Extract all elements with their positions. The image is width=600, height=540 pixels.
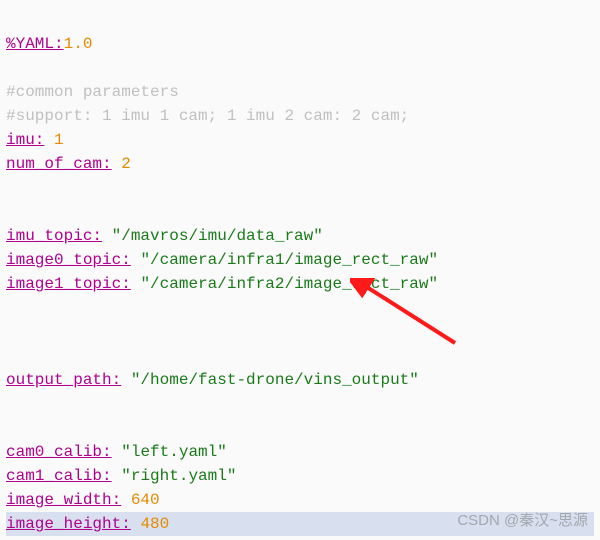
line-output-path: output_path: "/home/fast-drone/vins_outp…	[6, 371, 419, 389]
comment-support: #support: 1 imu 1 cam; 1 imu 2 cam: 2 ca…	[6, 107, 409, 125]
val-image-height: 480	[140, 515, 169, 533]
key-output-path: output_path:	[6, 371, 121, 389]
val-image-width: 640	[131, 491, 160, 509]
key-cam0-calib: cam0_calib:	[6, 443, 112, 461]
yaml-code-block: %YAML:1.0 #common parameters #support: 1…	[6, 8, 594, 536]
val-cam1-calib: "right.yaml"	[121, 467, 236, 485]
key-image-height: image_height:	[6, 515, 131, 533]
key-image0-topic: image0_topic:	[6, 251, 131, 269]
key-imu: imu:	[6, 131, 44, 149]
watermark-text: CSDN @秦汉~思源	[457, 510, 588, 533]
val-image1-topic: "/camera/infra2/image_rect_raw"	[140, 275, 438, 293]
key-image1-topic: image1_topic:	[6, 275, 131, 293]
line-image0-topic: image0_topic: "/camera/infra1/image_rect…	[6, 251, 438, 269]
comment-common: #common parameters	[6, 83, 179, 101]
yaml-directive: %YAML:1.0	[6, 35, 92, 53]
line-cam0-calib: cam0_calib: "left.yaml"	[6, 443, 227, 461]
val-image0-topic: "/camera/infra1/image_rect_raw"	[140, 251, 438, 269]
line-imu-topic: imu_topic: "/mavros/imu/data_raw"	[6, 227, 323, 245]
val-imu-topic: "/mavros/imu/data_raw"	[112, 227, 323, 245]
yaml-directive-key: %YAML:	[6, 35, 64, 53]
line-image-width: image_width: 640	[6, 491, 160, 509]
line-cam1-calib: cam1_calib: "right.yaml"	[6, 467, 236, 485]
val-num-of-cam: 2	[121, 155, 131, 173]
line-num-of-cam: num_of_cam: 2	[6, 155, 131, 173]
val-output-path: "/home/fast-drone/vins_output"	[131, 371, 419, 389]
val-imu: 1	[54, 131, 64, 149]
yaml-version: 1.0	[64, 35, 93, 53]
line-imu: imu: 1	[6, 131, 64, 149]
key-num-of-cam: num_of_cam:	[6, 155, 112, 173]
key-image-width: image_width:	[6, 491, 121, 509]
line-image1-topic: image1_topic: "/camera/infra2/image_rect…	[6, 275, 438, 293]
key-cam1-calib: cam1_calib:	[6, 467, 112, 485]
val-cam0-calib: "left.yaml"	[121, 443, 227, 461]
key-imu-topic: imu_topic:	[6, 227, 102, 245]
